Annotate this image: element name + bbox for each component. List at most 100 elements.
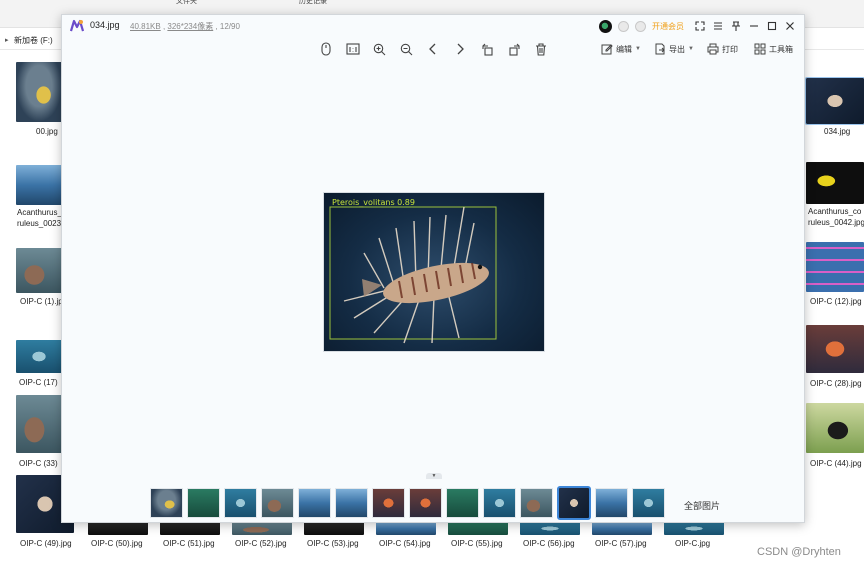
file-thumbnail [16, 248, 62, 293]
file-name: 034.jpg [824, 127, 851, 136]
thumbnail[interactable] [632, 488, 665, 518]
viewer-filename: 034.jpg [90, 20, 120, 30]
viewer-titlebar[interactable]: 034.jpg 40.81KB , 326*234像素 , 12/90 开通会员 [62, 15, 804, 37]
toolbox-icon [754, 43, 766, 55]
close-icon[interactable] [784, 20, 796, 32]
file-thumbnail [664, 522, 724, 535]
m-logo-icon [70, 19, 84, 32]
export-button[interactable]: 导出 ▼ [654, 43, 694, 55]
file-thumbnail [16, 62, 62, 122]
fullscreen-icon[interactable] [694, 20, 706, 32]
file-name: OIP-C (57).jpg [595, 539, 647, 548]
file-thumbnail [806, 162, 864, 204]
collapse-strip-icon[interactable]: ▼ [426, 473, 442, 479]
file-name: OIP-C.jpg [675, 539, 711, 548]
detection-label: Pterois_volitans 0.89 [332, 198, 415, 207]
toolbox-button[interactable]: 工具箱 [754, 43, 793, 55]
file-thumbnail [448, 522, 508, 535]
skin-icon[interactable] [635, 20, 646, 32]
file-thumbnail [88, 522, 148, 535]
drive-label[interactable]: 新加卷 (F:) [14, 35, 53, 46]
edit-label: 编辑 [616, 44, 632, 54]
menu-icon[interactable] [712, 20, 724, 32]
file-name: OIP-C (17) [19, 378, 58, 387]
file-thumbnail [806, 325, 864, 373]
edit-icon [601, 44, 613, 55]
thumbnail[interactable] [261, 488, 294, 518]
thumbnail[interactable] [520, 488, 553, 518]
file-name: OIP-C (50).jpg [91, 539, 143, 548]
print-icon [707, 43, 719, 55]
file-name: OIP-C (53).jpg [307, 539, 359, 548]
file-name: 00.jpg [36, 127, 58, 136]
lionfish-picture [329, 206, 497, 344]
delete-icon[interactable] [533, 41, 549, 57]
file-thumbnail [16, 395, 62, 453]
maximize-icon[interactable] [766, 20, 778, 32]
file-name: OIP-C (51).jpg [163, 539, 215, 548]
prev-icon[interactable] [425, 41, 441, 57]
file-thumbnail [16, 340, 62, 373]
file-name: OIP-C (12).jpg [810, 297, 862, 306]
ribbon-tab-folder[interactable]: 文件夹 [176, 0, 197, 7]
file-name: OIP-C (44).jpg [810, 459, 862, 468]
zoom-out-icon[interactable] [398, 41, 414, 57]
next-icon[interactable] [452, 41, 468, 57]
chevron-down-icon: ▼ [635, 46, 641, 52]
zoom-in-icon[interactable] [371, 41, 387, 57]
ribbon-tab-history[interactable]: 历史记录 [299, 0, 327, 7]
thumbnail[interactable] [150, 488, 183, 518]
image-viewer-window: 034.jpg 40.81KB , 326*234像素 , 12/90 开通会员 [61, 14, 805, 523]
thumbnail[interactable] [335, 488, 368, 518]
thumbnail[interactable] [298, 488, 331, 518]
file-thumbnail [376, 522, 436, 535]
image-dimensions[interactable]: 326*234像素 [167, 22, 213, 31]
file-name: Acanthurus_co ruleus_0042.jpg [808, 207, 864, 227]
thumbnail[interactable] [446, 488, 479, 518]
thumbnail[interactable] [595, 488, 628, 518]
actual-size-icon[interactable] [345, 41, 361, 57]
coin-icon[interactable] [618, 20, 629, 32]
export-label: 导出 [669, 44, 685, 54]
chevron-right-icon[interactable]: ▸ [5, 36, 9, 44]
file-thumbnail [806, 403, 864, 453]
file-name: OIP-C (54).jpg [379, 539, 431, 548]
file-name: OIP-C (33) [19, 459, 58, 468]
file-thumbnail [160, 522, 220, 535]
avatar[interactable] [599, 19, 612, 33]
file-name: OIP-C (52).jpg [235, 539, 287, 548]
file-thumbnail [232, 522, 292, 535]
vip-link[interactable]: 开通会员 [652, 21, 684, 32]
file-thumbnail [805, 77, 864, 125]
image-filesize[interactable]: 40.81KB [130, 22, 161, 31]
image-meta: 40.81KB , 326*234像素 , 12/90 [130, 22, 240, 31]
thumbnail-current[interactable] [557, 486, 591, 520]
thumbnail[interactable] [224, 488, 257, 518]
file-thumbnail [592, 522, 652, 535]
viewer-toolbar: 编辑 ▼ 导出 ▼ 打印 工具箱 [62, 41, 804, 59]
all-pictures-button[interactable]: 全部图片 [684, 499, 720, 512]
main-image[interactable]: Pterois_volitans 0.89 [324, 193, 544, 351]
thumbnail[interactable] [483, 488, 516, 518]
chevron-down-icon: ▼ [688, 46, 694, 52]
mouse-icon[interactable] [318, 41, 334, 57]
watermark: CSDN @Dryhten [757, 546, 841, 558]
rotate-right-icon[interactable] [506, 41, 522, 57]
file-thumbnail [304, 522, 364, 535]
toolbox-label: 工具箱 [769, 44, 793, 54]
print-button[interactable]: 打印 [707, 43, 738, 55]
file-name: OIP-C (55).jpg [451, 539, 503, 548]
file-name: OIP-C (49).jpg [20, 539, 72, 548]
minimize-icon[interactable] [748, 20, 760, 32]
rotate-left-icon[interactable] [479, 41, 495, 57]
thumbnail-strip [150, 486, 665, 520]
print-label: 打印 [722, 44, 738, 54]
thumbnail[interactable] [187, 488, 220, 518]
file-thumbnail [520, 522, 580, 535]
file-name: OIP-C (28).jpg [810, 379, 862, 388]
image-position: 12/90 [219, 22, 240, 31]
thumbnail[interactable] [409, 488, 442, 518]
edit-button[interactable]: 编辑 ▼ [601, 43, 641, 55]
thumbnail[interactable] [372, 488, 405, 518]
pin-icon[interactable] [730, 20, 742, 32]
